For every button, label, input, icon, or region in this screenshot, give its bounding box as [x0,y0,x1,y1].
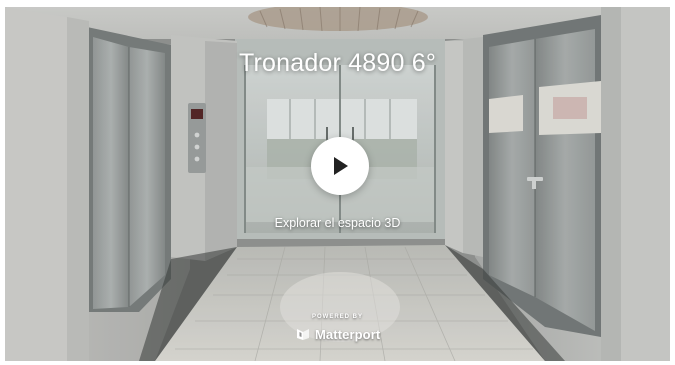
matterport-brand-link[interactable]: Matterport [296,325,380,343]
matterport-viewer[interactable]: Tronador 4890 6° Explorar el espacio 3D … [5,7,670,361]
play-button[interactable] [311,137,369,195]
matterport-logo-icon [297,329,309,340]
tour-title: Tronador 4890 6° [238,49,437,77]
explore-3d-link[interactable]: Explorar el espacio 3D [5,216,670,230]
powered-by-label: POWERED BY [311,314,363,320]
play-icon [334,157,348,175]
brand-name: Matterport [315,326,381,342]
